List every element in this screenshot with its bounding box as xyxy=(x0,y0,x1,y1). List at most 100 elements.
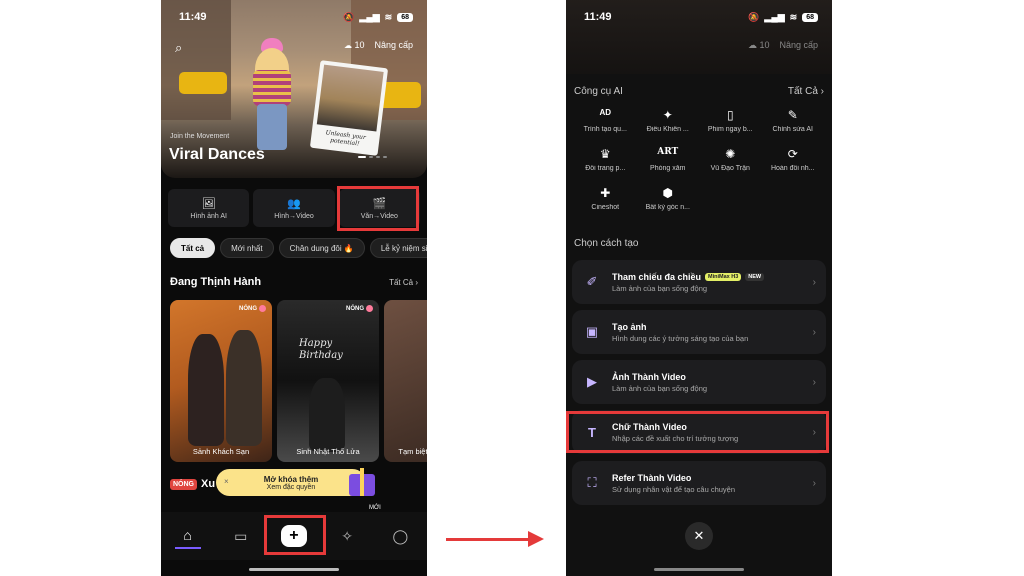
filter-chip-newest[interactable]: Mới nhất xyxy=(220,238,274,258)
mute-icon: 🔕 xyxy=(748,11,760,22)
video-icon: ▶ xyxy=(587,374,597,389)
outfit-icon: ♛ xyxy=(599,147,611,161)
ai-tool-item[interactable]: ✺ Vũ Đạo Trận xyxy=(699,147,762,172)
option-refer-to-video[interactable]: ⛶ Refer Thành Video Sử dụng nhân vật để … xyxy=(572,461,826,505)
signal-icon: ▂▄▆ xyxy=(764,11,785,22)
status-bar: 11:49 🔕 ▂▄▆ ≋ 68 xyxy=(161,0,427,34)
arrow-line xyxy=(446,538,532,541)
option-title: Tham chiếu đa chiều xyxy=(612,271,702,282)
ai-tool-item[interactable]: ▯ Phim ngay b... xyxy=(699,108,762,133)
hot-badge: NÓNG xyxy=(239,305,266,312)
trending-header: Đang Thịnh Hành Tất Cả › xyxy=(170,276,418,288)
battery-icon: 68 xyxy=(802,12,818,22)
art-icon: ART xyxy=(657,147,679,157)
filter-chip-all[interactable]: Tất cả xyxy=(170,238,216,258)
upgrade-button: Nâng cấp xyxy=(779,40,818,50)
edit-icon: ✎ xyxy=(787,108,798,122)
ad-icon: AD xyxy=(599,108,612,117)
template-card[interactable]: Tạm biệt, xyxy=(384,300,427,462)
polaroid-photo: Unleash your potential! xyxy=(309,60,389,156)
filter-chip-anniversary[interactable]: Lễ kỷ niệm si xyxy=(369,238,427,258)
option-create-image[interactable]: ▣ Tạo ảnh Hình dung các ý tưởng sáng tạo… xyxy=(572,310,826,354)
tool-image-to-video[interactable]: 👥 Hình→Video xyxy=(253,189,335,227)
chevron-right-icon: › xyxy=(812,276,816,288)
coin-icon: ☁ xyxy=(747,40,757,50)
template-card[interactable]: Happy Birthday NÓNG Sinh Nhật Thổ Lửa xyxy=(277,300,379,462)
birthday-text: Happy Birthday xyxy=(299,338,343,361)
cineshot-icon: ✚ xyxy=(600,186,611,200)
signal-icon: ▂▄▆ xyxy=(359,11,380,22)
model-badge: MiniMax H3 xyxy=(705,272,742,281)
polaroid-caption: Unleash your potential! xyxy=(325,129,367,148)
arrow-right-icon xyxy=(528,531,544,547)
ai-tool-item[interactable]: ✦ Điều Khiển ... xyxy=(637,108,700,133)
ai-tool-label: Hoán đổi nh... xyxy=(770,165,815,172)
wifi-icon: ≋ xyxy=(789,11,798,22)
filter-chip-couple[interactable]: Chân dung đôi 🔥 xyxy=(278,238,365,258)
ai-tools-grid: AD Trình tạo qu... ✦ Điều Khiển ... ▯ Phim … xyxy=(574,108,824,211)
ai-tool-item[interactable]: ⟳ Hoán đổi nh... xyxy=(762,147,825,172)
option-subtitle: Sử dụng nhân vật để tạo câu chuyện xyxy=(612,484,736,494)
ai-tool-label: Phòng xăm xyxy=(650,165,686,172)
film-icon: ▯ xyxy=(726,108,734,122)
hot-tag: NÓNG xyxy=(170,478,197,490)
taxi xyxy=(179,72,227,94)
unlock-promo-banner[interactable]: × Mở khóa thêm Xem đặc quyền xyxy=(216,469,366,496)
ai-tool-label: Đổi trang p... xyxy=(585,165,626,172)
hero-title: Viral Dances xyxy=(169,146,265,163)
highlight-create-button xyxy=(264,515,326,555)
ai-tool-item[interactable]: ✎ Chỉnh sửa AI xyxy=(762,108,825,133)
credits-bar: ☁ 10 Nâng cấp xyxy=(748,40,818,51)
close-icon[interactable]: × xyxy=(224,477,229,486)
section-title: Đang Thịnh Hành xyxy=(170,276,262,288)
chevron-right-icon: › xyxy=(812,326,816,338)
image-ai-icon: 🖼 xyxy=(201,197,216,210)
ai-tool-item[interactable]: ART Phòng xăm xyxy=(637,147,700,172)
highlight-text-to-video-option xyxy=(566,411,829,453)
ai-tool-item[interactable]: ♛ Đổi trang p... xyxy=(574,147,637,172)
new-badge: MỚI xyxy=(369,505,381,511)
chevron-right-icon: › xyxy=(812,376,816,388)
ai-tool-item[interactable]: ⬢ Bất kỳ góc n... xyxy=(637,186,700,211)
ai-tool-item[interactable]: AD Trình tạo qu... xyxy=(574,108,637,133)
template-icon[interactable]: ✧ xyxy=(334,523,360,549)
option-subtitle: Hình dung các ý tưởng sáng tạo của bạn xyxy=(612,333,749,343)
status-time: 11:49 xyxy=(584,11,612,23)
option-multi-reference[interactable]: ✐ Tham chiếu đa chiều MiniMax H3 NEW Làm ả… xyxy=(572,260,826,304)
hero-subtitle: Join the Movement xyxy=(170,133,230,140)
option-image-to-video[interactable]: ▶ Ảnh Thành Video Làm ảnh của bạn sống đ… xyxy=(572,360,826,404)
tool-ai-image[interactable]: 🖼 Hình ảnh AI xyxy=(168,189,250,227)
filter-chips: Tất cả Mới nhất Chân dung đôi 🔥 Lễ kỷ ni… xyxy=(170,238,427,258)
highlight-text-to-video xyxy=(337,186,419,231)
option-title: Refer Thành Video xyxy=(612,472,692,483)
folder-icon[interactable]: ▭ xyxy=(228,523,254,549)
trending-cards: NÓNG Sảnh Khách Sạn Happy Birthday NÓNG … xyxy=(170,300,427,462)
option-title: Ảnh Thành Video xyxy=(612,371,686,382)
home-indicator xyxy=(654,568,744,571)
ai-tool-item[interactable]: ✚ Cineshot xyxy=(574,186,637,211)
template-card[interactable]: NÓNG Sảnh Khách Sạn xyxy=(170,300,272,462)
dance-icon: ✺ xyxy=(725,147,736,161)
see-all-link[interactable]: Tất Cả › xyxy=(788,86,824,97)
search-icon[interactable]: ⌕ xyxy=(175,40,189,55)
cube-icon: ⬢ xyxy=(662,186,673,200)
ai-tool-label: Chỉnh sửa AI xyxy=(772,126,814,133)
section-title: Công cụ AI xyxy=(574,86,623,97)
status-bar: 11:49 🔕 ▂▄▆ ≋ 68 xyxy=(566,0,832,34)
gift-icon xyxy=(347,462,377,496)
carousel-dots xyxy=(358,156,387,158)
option-subtitle: Làm ảnh của bạn sống động xyxy=(612,383,708,393)
credits-bar[interactable]: ☁ 10 Nâng cấp xyxy=(344,40,413,50)
profile-icon[interactable]: ◯ xyxy=(387,523,413,549)
hero-dancer xyxy=(247,38,297,156)
ai-tools-header: Công cụ AI Tất Cả › xyxy=(574,86,824,97)
image-icon: ▣ xyxy=(585,324,599,339)
home-icon[interactable]: ⌂ xyxy=(174,523,201,549)
home-indicator xyxy=(249,568,339,571)
credit-count: 10 xyxy=(759,40,770,50)
close-button[interactable]: ✕ xyxy=(685,522,713,550)
phone-screen-home: Unleash your potential! Join the Movemen… xyxy=(161,0,427,576)
option-title: Tạo ảnh xyxy=(612,321,647,332)
see-all-link[interactable]: Tất Cả › xyxy=(389,278,418,287)
upgrade-button[interactable]: Nâng cấp xyxy=(374,40,413,50)
